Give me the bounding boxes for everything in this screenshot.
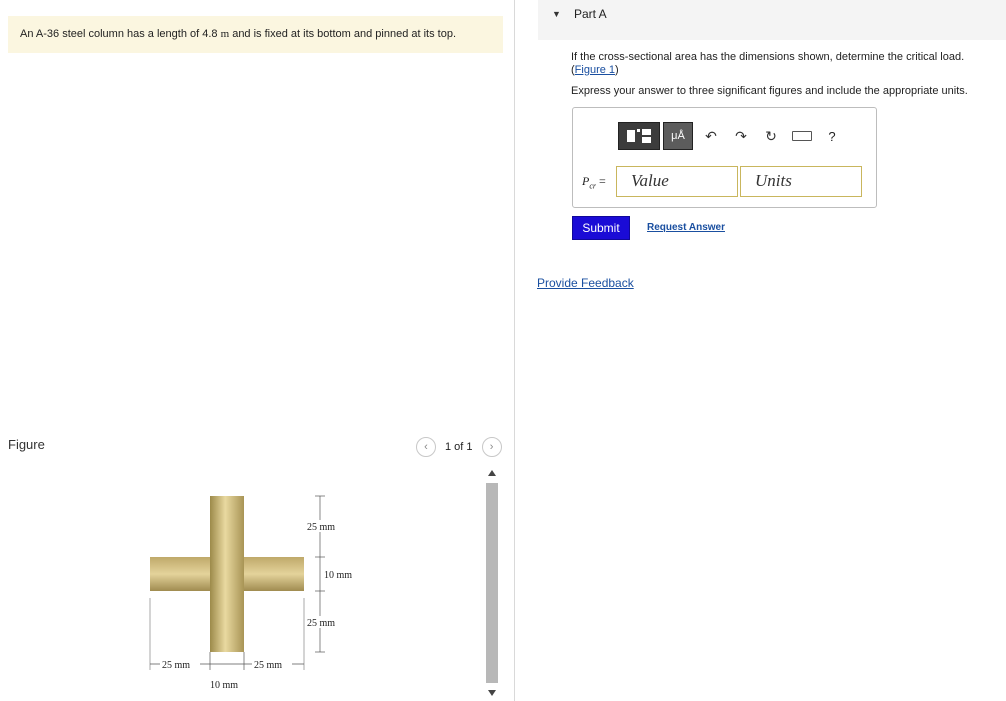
dim-web: 10 mm [210, 680, 238, 691]
pager-count: 1 of 1 [445, 441, 473, 453]
dim-left: 25 mm [162, 660, 190, 671]
instructions-text: Express your answer to three significant… [571, 85, 968, 97]
figure-label: Figure [8, 437, 45, 452]
cross-section-figure: 25 mm 10 mm 25 mm 25 mm 25 mm 10 mm [149, 495, 363, 691]
pcr-sub: cr [589, 181, 597, 191]
dim-right: 25 mm [254, 660, 282, 671]
figure-pager: ‹ 1 of 1 › [416, 437, 502, 457]
templates-button[interactable] [618, 122, 660, 150]
problem-statement: An A-36 steel column has a length of 4.8… [8, 16, 503, 53]
prev-figure-button[interactable]: ‹ [416, 437, 436, 457]
chevron-left-icon: ‹ [424, 441, 428, 453]
math-toolbar: μÅ ↶ ↷ ↻ ? [618, 122, 846, 150]
keyboard-icon[interactable] [792, 131, 812, 141]
submit-button[interactable]: Submit [572, 216, 630, 240]
problem-text-unit: m [220, 28, 230, 40]
scroll-down-icon[interactable] [488, 690, 496, 696]
provide-feedback-link[interactable]: Provide Feedback [537, 276, 634, 290]
scroll-up-icon[interactable] [488, 470, 496, 476]
collapse-caret-icon[interactable]: ▼ [552, 9, 561, 19]
request-answer-link[interactable]: Request Answer [647, 222, 725, 233]
dim-mid: 10 mm [324, 570, 352, 581]
reset-icon[interactable]: ↻ [756, 122, 786, 150]
figure-scrollbar[interactable] [484, 465, 500, 701]
question-text: If the cross-sectional area has the dime… [571, 51, 965, 63]
problem-text-post: and is fixed at its bottom and pinned at… [229, 28, 456, 40]
scroll-thumb[interactable] [486, 483, 498, 683]
problem-text-pre: An A-36 steel column has a length of 4.8 [20, 28, 221, 40]
dim-top: 25 mm [307, 522, 335, 533]
pcr-eq: = [596, 174, 606, 188]
next-figure-button[interactable]: › [481, 437, 502, 457]
help-button[interactable]: ? [818, 122, 846, 150]
templates-icon [627, 129, 651, 143]
units-input[interactable]: Units [740, 166, 862, 197]
figure-link-line: (Figure 1) [571, 64, 619, 76]
paren-close: ) [615, 64, 619, 76]
answer-input-box: μÅ ↶ ↷ ↻ ? Pcr = Value Units [572, 107, 877, 208]
undo-icon[interactable]: ↶ [696, 122, 726, 150]
pcr-label: Pcr = [582, 174, 606, 190]
dim-bottom: 25 mm [307, 618, 335, 629]
chevron-right-icon: › [489, 441, 494, 453]
part-a-header[interactable]: ▼ Part A [538, 0, 1006, 40]
answer-pane: ▼ Part A If the cross-sectional area has… [516, 0, 1006, 701]
problem-pane: An A-36 steel column has a length of 4.8… [0, 0, 515, 701]
cross-web-vertical [210, 496, 244, 652]
units-symbol-button[interactable]: μÅ [663, 122, 693, 150]
figure-1-link[interactable]: Figure 1 [575, 64, 615, 76]
redo-icon[interactable]: ↷ [726, 122, 756, 150]
value-input[interactable]: Value [616, 166, 738, 197]
part-title: Part A [574, 7, 607, 21]
